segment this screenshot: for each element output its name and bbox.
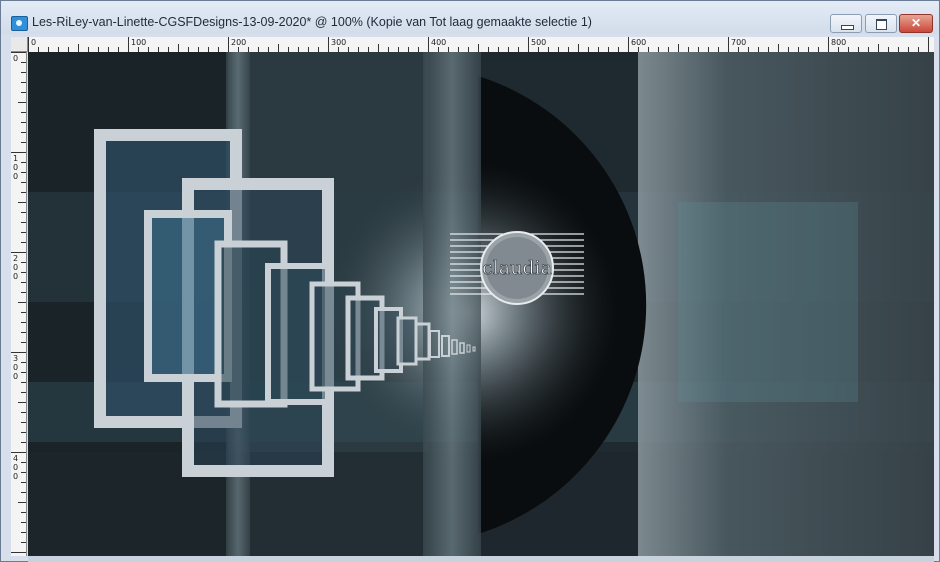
horizontal-ruler[interactable]: 0 100 200 300 400 500 600 700 800 <box>28 37 934 53</box>
ruler-label: 300 <box>331 38 346 47</box>
canvas-bottom-edge <box>28 556 934 562</box>
vertical-ruler[interactable]: 0100200300400 <box>11 52 27 556</box>
ruler-label: 3 <box>13 354 18 363</box>
ruler-label: 500 <box>531 38 546 47</box>
close-icon: ✕ <box>910 16 922 30</box>
ruler-label: 0 <box>13 263 18 272</box>
ruler-label: 0 <box>13 363 18 372</box>
ruler-label: 0 <box>13 172 18 181</box>
document-window: Les-RiLey-van-Linette-CGSFDesigns-13-09-… <box>0 0 940 562</box>
ruler-label: 0 <box>13 463 18 472</box>
ruler-label: 2 <box>13 254 18 263</box>
ruler-label: 0 <box>31 38 36 47</box>
horizontal-ruler-scale: 0 100 200 300 400 500 600 700 800 <box>28 37 929 52</box>
artwork: claudia <box>28 52 934 556</box>
ruler-label: 600 <box>631 38 646 47</box>
ruler-corner <box>11 37 28 52</box>
ruler-label: 0 <box>13 54 18 63</box>
ruler-label: 0 <box>13 372 18 381</box>
vertical-ruler-scale: 0100200300400 <box>11 52 26 553</box>
ruler-label: 4 <box>13 454 18 463</box>
close-button[interactable]: ✕ <box>899 14 933 33</box>
title-bar[interactable]: Les-RiLey-van-Linette-CGSFDesigns-13-09-… <box>1 1 939 34</box>
ruler-label: 400 <box>431 38 446 47</box>
minimize-button[interactable] <box>830 14 862 33</box>
ruler-label: 1 <box>13 154 18 163</box>
ruler-label: 700 <box>731 38 746 47</box>
ruler-label: 0 <box>13 272 18 281</box>
ruler-label: 0 <box>13 163 18 172</box>
app-icon[interactable] <box>11 16 28 31</box>
ruler-label: 100 <box>131 38 146 47</box>
image-canvas[interactable]: claudia <box>28 52 934 556</box>
minimize-icon <box>841 25 854 30</box>
maximize-icon <box>876 19 887 30</box>
ruler-label: 200 <box>231 38 246 47</box>
watermark-text: claudia <box>482 257 552 279</box>
maximize-button[interactable] <box>865 14 897 33</box>
ruler-label: 800 <box>831 38 846 47</box>
ruler-label: 0 <box>13 472 18 481</box>
window-title: Les-RiLey-van-Linette-CGSFDesigns-13-09-… <box>32 15 592 29</box>
